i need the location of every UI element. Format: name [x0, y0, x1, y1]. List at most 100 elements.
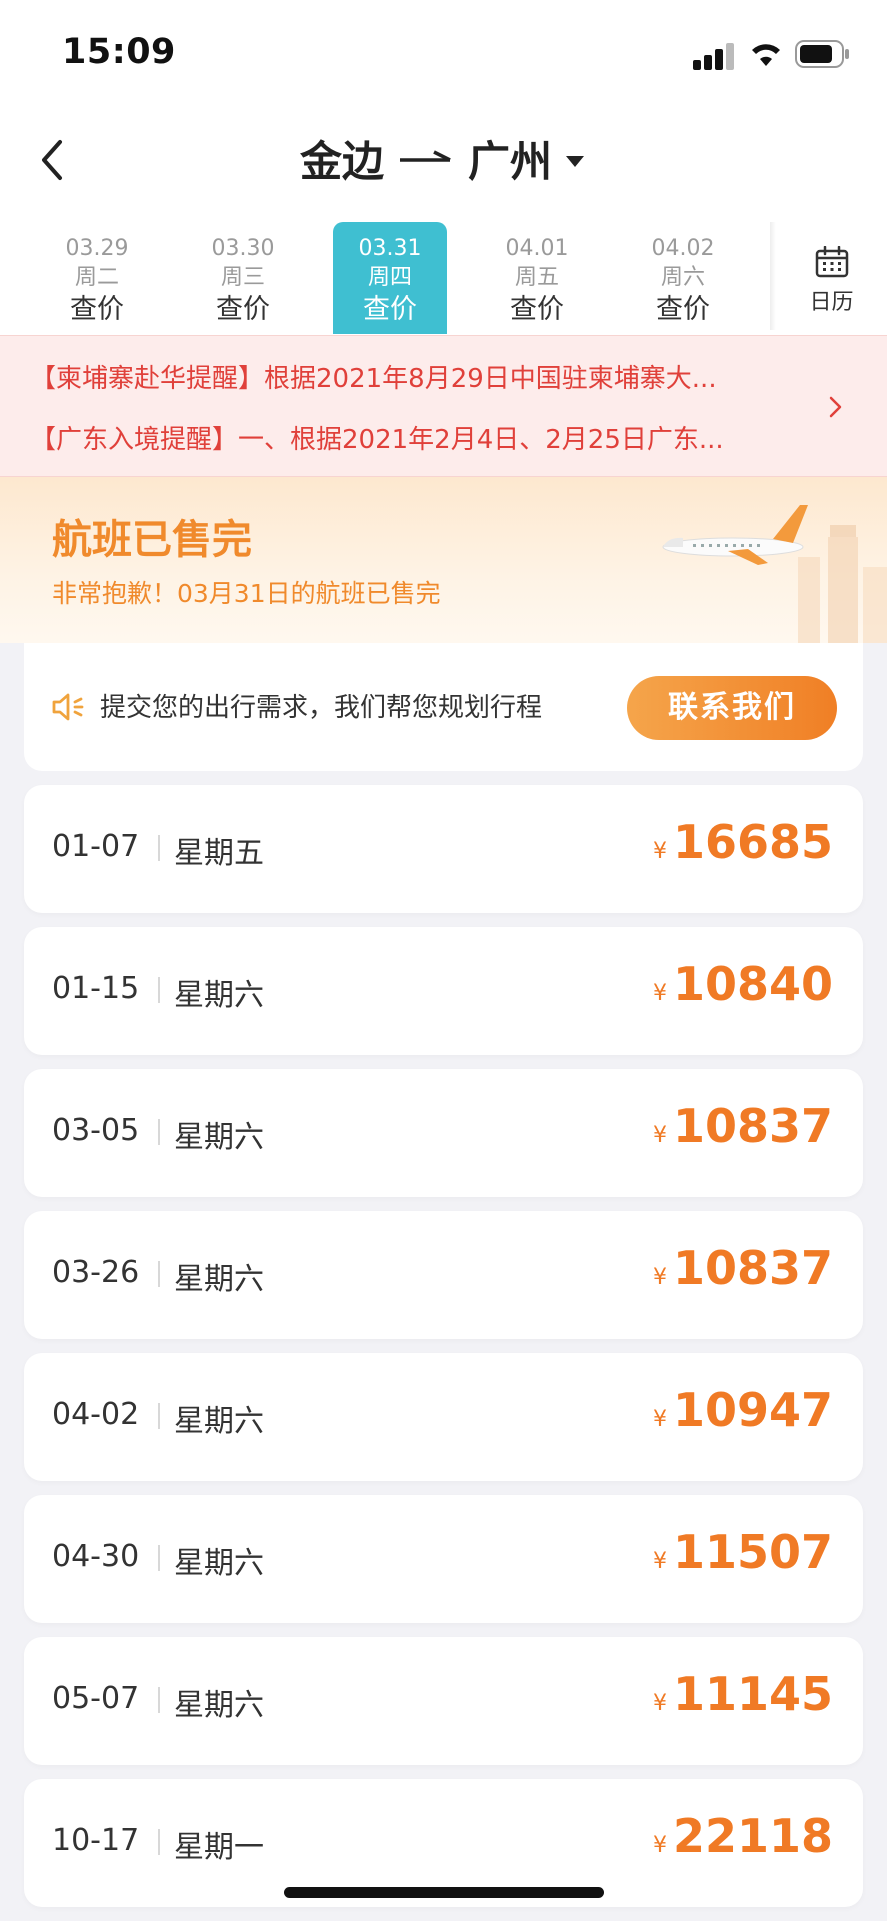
date-tab-weekday: 周三	[220, 265, 265, 290]
fare-date: 01-15	[52, 971, 140, 1006]
currency-symbol: ¥	[652, 1549, 667, 1574]
date-tab-weekday: 周二	[74, 265, 119, 290]
sold-out-banner: 航班已售完 非常抱歉！03月31日的航班已售完	[0, 477, 887, 643]
fare-row[interactable]: 03-26 星期六 ¥ 10837	[24, 1211, 863, 1339]
currency-symbol: ¥	[652, 1265, 667, 1290]
fare-date: 03-05	[52, 1113, 140, 1148]
fare-price: ¥ 10840	[653, 957, 833, 1011]
currency-symbol: ¥	[652, 1407, 667, 1432]
notice-item[interactable]: 【柬埔寨赴华提醒】根据2021年8月29日中国驻柬埔寨大...	[30, 358, 810, 395]
fare-weekday: 星期六	[174, 1262, 264, 1297]
cellular-signal-icon	[693, 40, 735, 70]
contact-us-button[interactable]: 联系我们	[627, 676, 837, 740]
origin-city: 金边	[300, 136, 385, 186]
fare-price: ¥ 22118	[653, 1809, 833, 1863]
speaker-icon	[52, 693, 84, 721]
fare-price: ¥ 11145	[653, 1667, 833, 1721]
fare-row[interactable]: 04-02 星期六 ¥ 10947	[24, 1353, 863, 1481]
fare-separator	[158, 1403, 160, 1429]
date-tab-date: 04.02	[651, 236, 715, 261]
route-arrow-icon	[400, 150, 451, 162]
fare-weekday: 星期六	[174, 1546, 264, 1581]
sold-out-message: 非常抱歉！03月31日的航班已售完	[52, 579, 441, 608]
date-tab-date: 03.29	[65, 236, 129, 261]
fare-row[interactable]: 03-05 星期六 ¥ 10837	[24, 1069, 863, 1197]
fare-row[interactable]: 01-15 星期六 ¥ 10840	[24, 927, 863, 1055]
currency-symbol: ¥	[652, 1691, 667, 1716]
fare-weekday: 星期六	[174, 1404, 264, 1439]
date-tab-price: 查价	[510, 294, 564, 325]
currency-symbol: ¥	[652, 981, 667, 1006]
fare-weekday: 星期六	[174, 1688, 264, 1723]
fare-amount: 10837	[672, 1241, 833, 1295]
fare-amount: 10947	[672, 1383, 833, 1437]
currency-symbol: ¥	[652, 1833, 667, 1858]
destination-city: 广州	[468, 136, 553, 186]
fare-separator	[158, 835, 160, 861]
date-tab[interactable]: 04.02 周六 查价	[626, 222, 740, 334]
fare-row[interactable]: 04-30 星期六 ¥ 11507	[24, 1495, 863, 1623]
fare-weekday: 星期一	[174, 1830, 264, 1865]
fare-date: 03-26	[52, 1255, 140, 1290]
fare-separator	[158, 1687, 160, 1713]
fare-separator	[158, 1829, 160, 1855]
date-tab-price: 查价	[656, 294, 710, 325]
fare-amount: 10840	[672, 957, 833, 1011]
back-button[interactable]	[30, 130, 80, 190]
fare-price: ¥ 10837	[653, 1099, 833, 1153]
wifi-icon	[752, 44, 780, 66]
date-tab-date: 04.01	[505, 236, 569, 261]
fare-separator	[158, 1119, 160, 1145]
airplane-illustration-icon	[662, 505, 887, 643]
fare-list: 01-07 星期五 ¥ 16685 01-15 星期六 ¥ 10840 03-0…	[24, 785, 863, 1921]
fare-price: ¥ 10947	[653, 1383, 833, 1437]
fare-price: ¥ 16685	[653, 815, 833, 869]
fare-amount: 11507	[672, 1525, 833, 1579]
sold-out-title: 航班已售完	[52, 517, 252, 563]
date-tab-weekday: 周四	[367, 265, 412, 290]
fare-date: 04-30	[52, 1539, 140, 1574]
fare-row[interactable]: 01-07 星期五 ¥ 16685	[24, 785, 863, 913]
status-time: 15:09	[62, 32, 176, 72]
fare-amount: 11145	[672, 1667, 833, 1721]
fare-amount: 22118	[672, 1809, 833, 1863]
currency-symbol: ¥	[652, 839, 667, 864]
date-tab-weekday: 周五	[514, 265, 559, 290]
home-indicator[interactable]	[284, 1887, 604, 1898]
fare-separator	[158, 977, 160, 1003]
fare-row[interactable]: 05-07 星期六 ¥ 11145	[24, 1637, 863, 1765]
route-dropdown-caret-icon	[566, 155, 585, 167]
notice-item[interactable]: 【广东入境提醒】一、根据2021年2月4日、2月25日广东...	[30, 419, 810, 456]
contact-prompt: 提交您的出行需求，我们帮您规划行程	[100, 693, 543, 723]
date-tab-price: 查价	[70, 294, 124, 325]
date-tab-selected[interactable]: 03.31 周四 查价	[333, 222, 447, 334]
date-tab-date: 03.31	[358, 236, 422, 261]
date-tabs: 03.29 周二 查价 03.30 周三 查价 03.31 周四 查价 04.0…	[0, 222, 772, 334]
fare-date: 05-07	[52, 1681, 140, 1716]
fare-weekday: 星期五	[174, 836, 264, 871]
chevron-right-icon	[829, 396, 842, 418]
calendar-icon	[815, 245, 848, 278]
fare-date: 01-07	[52, 829, 140, 864]
fare-price: ¥ 10837	[653, 1241, 833, 1295]
date-tab-price: 查价	[216, 294, 270, 325]
calendar-button[interactable]: 日历	[776, 222, 887, 334]
fare-amount: 16685	[672, 815, 833, 869]
battery-icon	[795, 40, 849, 68]
date-tab-price: 查价	[363, 294, 417, 325]
fare-weekday: 星期六	[174, 1120, 264, 1155]
fare-separator	[158, 1545, 160, 1571]
date-tab[interactable]: 03.29 周二 查价	[40, 222, 154, 334]
fare-separator	[158, 1261, 160, 1287]
fare-date: 10-17	[52, 1823, 140, 1858]
date-tab-date: 03.30	[211, 236, 275, 261]
calendar-label: 日历	[809, 290, 854, 315]
date-tab-weekday: 周六	[660, 265, 705, 290]
date-tab[interactable]: 03.30 周三 查价	[186, 222, 300, 334]
fare-amount: 10837	[672, 1099, 833, 1153]
fare-price: ¥ 11507	[653, 1525, 833, 1579]
travel-notices[interactable]: 【柬埔寨赴华提醒】根据2021年8月29日中国驻柬埔寨大... 【广东入境提醒】…	[0, 335, 887, 477]
contact-card: 提交您的出行需求，我们帮您规划行程 联系我们	[24, 643, 863, 771]
date-tab[interactable]: 04.01 周五 查价	[480, 222, 594, 334]
route-title[interactable]: 金边 广州	[300, 128, 585, 188]
